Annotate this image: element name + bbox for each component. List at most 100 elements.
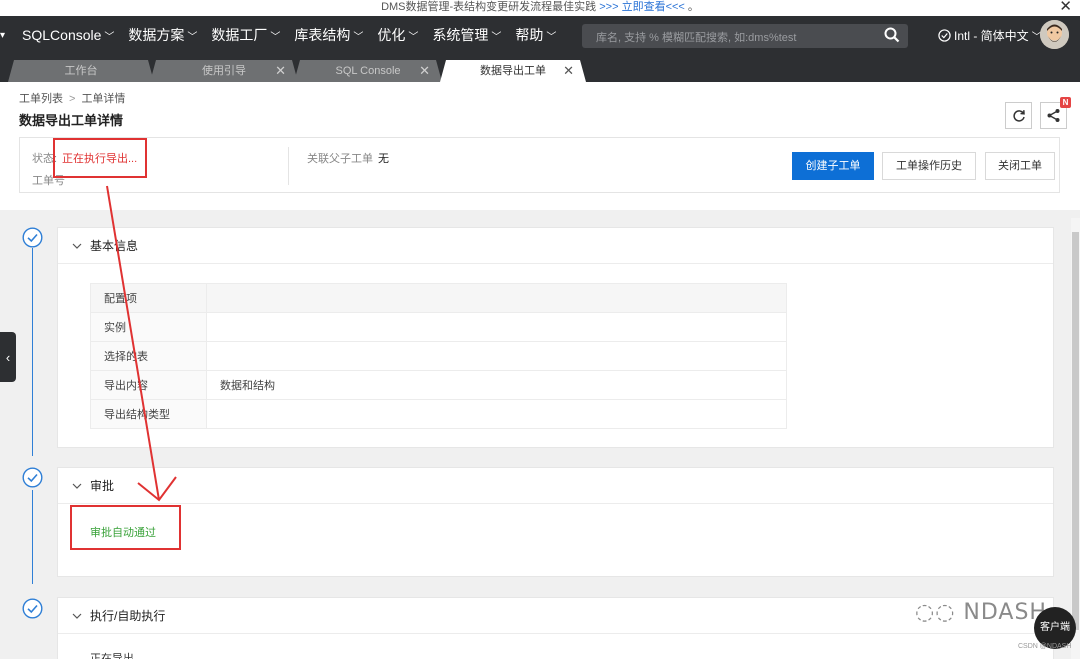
tab-bar: 工作台 使用引导 ✕ SQL Console ✕ 数据导出工单 ✕ [0,54,1080,82]
approval-title: 审批 [90,479,115,493]
nav-item-optimize[interactable]: 优化 ﹀ [370,25,425,45]
tab-label: SQL Console [335,65,401,77]
breadcrumb-order-detail: 工单详情 [81,93,126,105]
share-button[interactable]: N [1040,97,1071,129]
table-row: 导出内容 数据和结构 [90,370,787,400]
nav-item-system[interactable]: 系统管理 ﹀ [425,25,508,45]
refresh-button[interactable] [1005,102,1032,129]
search-placeholder: 库名, 支持 % 模糊匹配搜索, 如:dms%test [596,32,797,44]
wechat-icon: ◌◌ [915,600,964,625]
table-cell-value [206,341,787,371]
globe-icon [938,29,951,42]
nav-item-label: 帮助 [515,27,544,43]
chevron-down-icon [72,243,82,249]
refresh-icon [1012,109,1025,122]
chevron-down-icon: ﹀ [187,31,198,43]
search-icon[interactable] [884,27,900,43]
user-avatar-icon [1040,20,1069,49]
nav-item-label: 系统管理 [432,27,489,43]
table-cell-value: 数据和结构 [206,370,787,400]
chevron-down-icon: ﹀ [353,31,364,43]
language-label: Intl - 简体中文 [954,29,1029,43]
chevron-right-icon: > [69,93,76,105]
table-cell-value [206,283,787,313]
order-info-box: 状态: 正在执行导出... 工单号 关联父子工单 无 创建子工单 工单操作历史 … [19,137,1060,193]
main-menu: ▾ SQLConsole ﹀ 数据方案 ﹀ 数据工厂 ﹀ 库表结构 ﹀ 优化 ﹀ 系统管理… [0,16,563,54]
close-order-button[interactable]: 关闭工单 [985,152,1055,180]
create-child-order-button[interactable]: 创建子工单 [792,152,874,180]
share-icon [1047,109,1060,122]
annotation-box-approval [70,505,181,550]
tab-label: 使用引导 [202,65,246,77]
close-tab-icon[interactable]: ✕ [275,60,286,82]
table-cell-key: 选择的表 [90,341,207,371]
nav-item-label: SQLConsole [22,27,102,43]
tab-data-export-order[interactable]: 数据导出工单 ✕ [440,60,586,82]
table-row: 配置项 [90,283,787,313]
chevron-down-icon [72,613,82,619]
nav-item-help[interactable]: 帮助 ﹀ [508,25,563,45]
sidebar-toggle[interactable]: ‹ [0,332,16,382]
parent-order-value: 无 [378,153,389,165]
tab-label: 工作台 [64,65,98,77]
annotation-box-status [53,138,147,178]
nav-item-data-solution[interactable]: 数据方案 ﹀ [121,25,204,45]
scrollbar-thumb[interactable] [1072,232,1079,630]
nav-edge-arrow-icon[interactable]: ▾ [0,30,15,41]
table-cell-key: 配置项 [90,283,207,313]
config-table: 配置项 实例 选择的表 导出内容 数据和结构 导出结构类型 [90,283,787,429]
approval-header[interactable]: 审批 [58,468,1053,504]
chevron-down-icon: ﹀ [546,31,557,43]
table-row: 选择的表 [90,341,787,371]
top-nav: ▾ SQLConsole ﹀ 数据方案 ﹀ 数据工厂 ﹀ 库表结构 ﹀ 优化 ﹀ 系统管理… [0,16,1080,54]
language-selector[interactable]: Intl - 简体中文 ﹀ [938,27,1042,44]
scrollbar[interactable] [1071,218,1080,659]
chevron-down-icon: ﹀ [491,31,502,43]
check-circle-icon [22,598,43,619]
table-cell-key: 实例 [90,312,207,342]
table-row: 实例 [90,312,787,342]
page-title: 数据导出工单详情 [19,113,124,128]
tab-workbench[interactable]: 工作台 [8,60,154,82]
nav-item-sqlconsole[interactable]: SQLConsole ﹀ [15,27,121,43]
execution-header[interactable]: 执行/自助执行 [58,598,1053,634]
execution-title: 执行/自助执行 [90,609,166,623]
main-content: 基本信息 配置项 实例 选择的表 导出内容 数据和结构 导出结构类型 审批 审批自… [8,210,1080,659]
new-badge-icon: N [1060,97,1071,108]
nav-item-schema[interactable]: 库表结构 ﹀ [287,25,370,45]
timeline-line [32,490,33,584]
announcement-suffix: 。 [687,1,699,13]
announcement-link[interactable]: >>> 立即查看<<< [599,1,685,13]
order-history-button[interactable]: 工单操作历史 [882,152,976,180]
nav-item-label: 库表结构 [294,27,351,43]
announcement-bar: DMS数据管理-表结构变更研发流程最佳实践 >>> 立即查看<<< 。 ✕ [0,0,1080,16]
chevron-down-icon: ﹀ [408,31,419,43]
chevron-down-icon [72,483,82,489]
nav-item-data-factory[interactable]: 数据工厂 ﹀ [204,25,287,45]
table-row: 导出结构类型 [90,399,787,429]
basic-info-header[interactable]: 基本信息 [58,228,1053,264]
watermark: ◌◌ NDASH [915,600,1047,625]
avatar[interactable] [1040,20,1069,49]
close-tab-icon[interactable]: ✕ [419,60,430,82]
execution-status: 正在导出 [90,653,134,659]
table-cell-value [206,399,787,429]
page-header: 工单列表 > 工单详情 数据导出工单详情 N 状态: 正在执行导出... 工单号 关… [0,82,1080,210]
timeline-line [32,248,33,456]
breadcrumb: 工单列表 > 工单详情 [19,90,125,106]
approval-card: 审批 审批自动通过 [57,467,1054,577]
close-icon[interactable]: ✕ [1059,0,1072,14]
search-input[interactable]: 库名, 支持 % 模糊匹配搜索, 如:dms%test [582,24,908,48]
breadcrumb-order-list[interactable]: 工单列表 [19,93,63,105]
nav-item-label: 数据方案 [128,27,185,43]
execution-card: 执行/自助执行 正在导出 [57,597,1054,659]
chevron-down-icon: ﹀ [270,31,281,43]
table-cell-value [206,312,787,342]
tab-sql-console[interactable]: SQL Console ✕ [294,60,442,82]
chevron-down-icon: ﹀ [104,31,115,43]
tab-label: 数据导出工单 [480,65,546,77]
nav-item-label: 优化 [377,27,406,43]
csdn-mark: CSDN @NDASH [1018,643,1072,650]
tab-guide[interactable]: 使用引导 ✕ [150,60,298,82]
close-tab-icon[interactable]: ✕ [563,60,574,82]
